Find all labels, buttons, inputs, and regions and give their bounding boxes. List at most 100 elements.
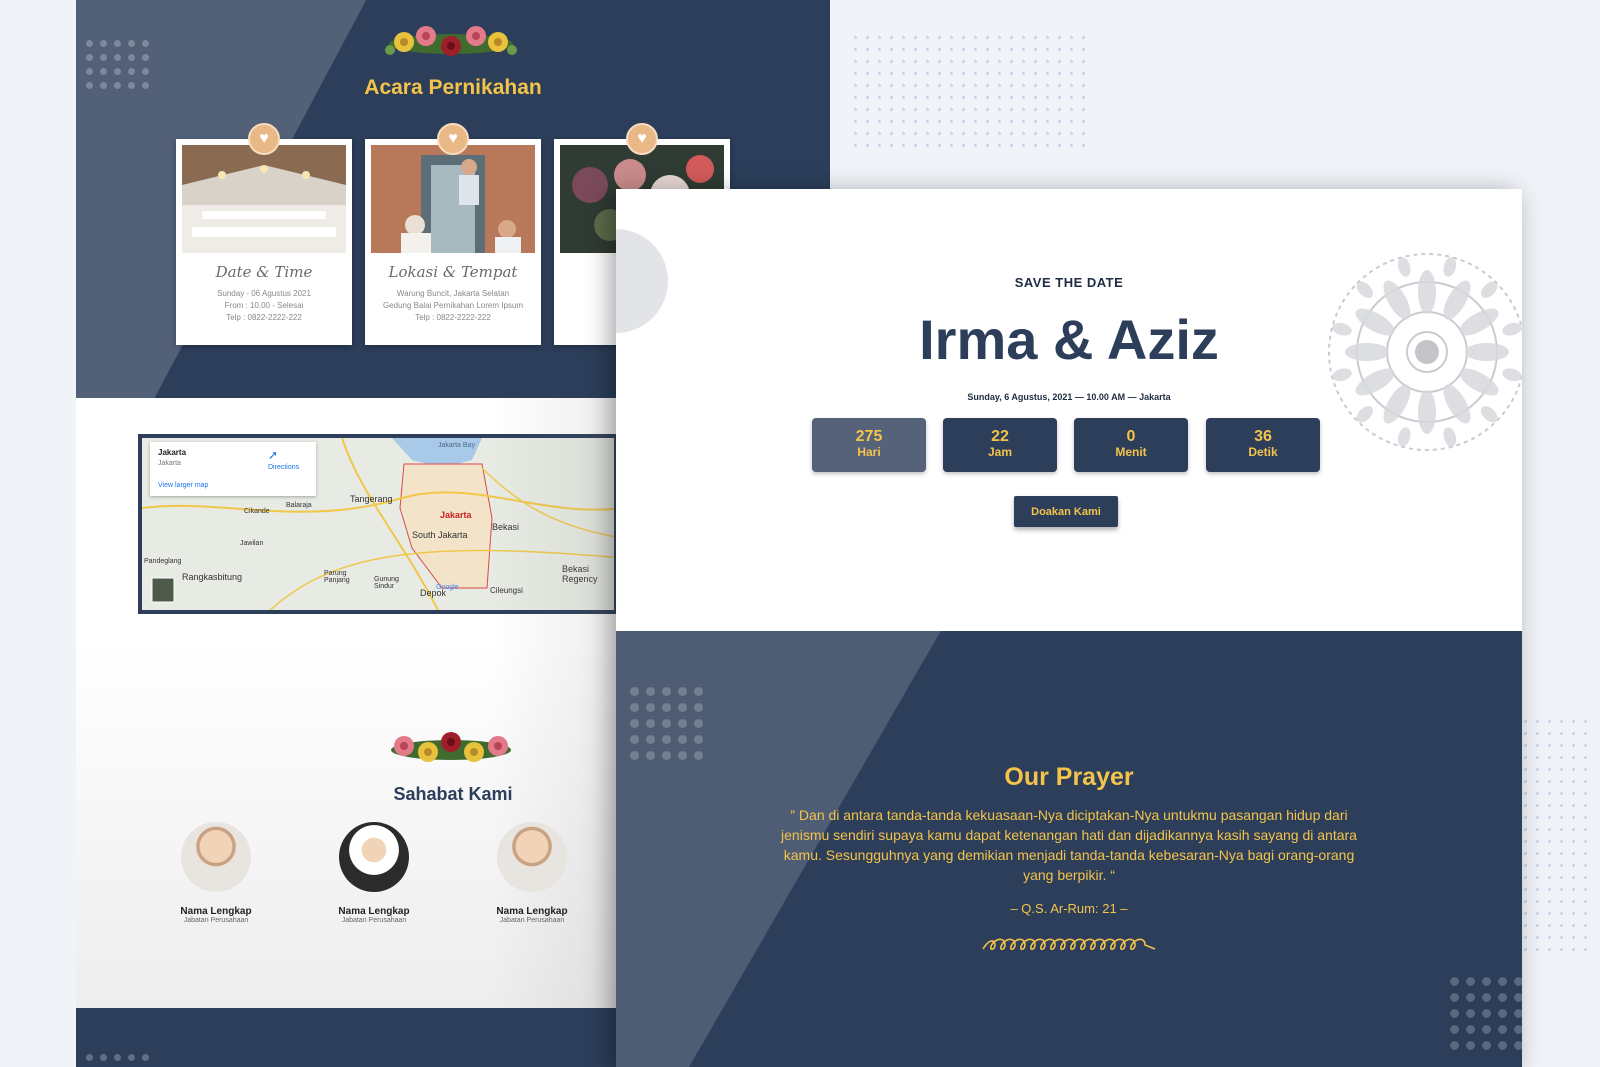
dot xyxy=(974,48,977,51)
dot xyxy=(902,120,905,123)
dot xyxy=(1560,756,1563,759)
dot xyxy=(1498,977,1507,986)
dot xyxy=(950,36,953,39)
dot xyxy=(986,48,989,51)
dot xyxy=(1584,924,1587,927)
dot xyxy=(1548,936,1551,939)
view-larger-map-link[interactable]: View larger map xyxy=(158,482,208,489)
dot xyxy=(1560,792,1563,795)
dot xyxy=(1466,977,1475,986)
dot xyxy=(694,687,703,696)
mandala-petal xyxy=(1397,427,1411,447)
embedded-map[interactable]: Jakarta Jakarta ➚ Directions View larger… xyxy=(138,434,618,614)
mandala-petal xyxy=(1443,427,1457,447)
directions-icon[interactable]: ➚ xyxy=(268,448,278,462)
dot xyxy=(1010,48,1013,51)
dot xyxy=(1010,96,1013,99)
map-info-popup: Jakarta Jakarta ➚ Directions View larger… xyxy=(150,442,316,496)
card-line: Telp : 0822-2222-222 xyxy=(226,313,302,322)
dot xyxy=(1524,804,1527,807)
dot xyxy=(902,84,905,87)
dot xyxy=(938,108,941,111)
dot xyxy=(1560,732,1563,735)
map-label: Pandeglang xyxy=(144,558,182,565)
card-line: Telp : 0822-2222-222 xyxy=(415,313,491,322)
dot xyxy=(950,72,953,75)
dot xyxy=(998,96,1001,99)
dot xyxy=(630,687,639,696)
map-label: Gunung Sindur xyxy=(374,576,399,590)
dot xyxy=(630,719,639,728)
dot xyxy=(962,96,965,99)
dot xyxy=(866,108,869,111)
dot xyxy=(1584,852,1587,855)
dot xyxy=(1022,108,1025,111)
dot xyxy=(1022,84,1025,87)
dot xyxy=(1022,96,1025,99)
dot xyxy=(926,108,929,111)
dot xyxy=(1482,977,1491,986)
doakan-kami-button[interactable]: Doakan Kami xyxy=(1014,496,1118,527)
dot xyxy=(1560,744,1563,747)
venue-hall-photo xyxy=(182,145,346,253)
dot xyxy=(142,40,149,47)
dot xyxy=(1046,48,1049,51)
dot xyxy=(678,735,687,744)
dot xyxy=(1524,840,1527,843)
dot xyxy=(962,72,965,75)
dot xyxy=(1548,816,1551,819)
dot xyxy=(926,120,929,123)
dot xyxy=(866,96,869,99)
couple-at-door-photo xyxy=(371,145,535,253)
dot xyxy=(678,751,687,760)
event-card-date-time: ♥ Date & Time Sunday - 06 Agustus 2021 F… xyxy=(176,123,352,345)
dot xyxy=(974,132,977,135)
dot xyxy=(1536,828,1539,831)
dot xyxy=(1548,912,1551,915)
dot xyxy=(878,36,881,39)
dot xyxy=(1022,132,1025,135)
dot xyxy=(1572,756,1575,759)
dot xyxy=(878,132,881,135)
dot xyxy=(854,48,857,51)
google-logo: Google xyxy=(436,584,459,591)
dot xyxy=(1010,132,1013,135)
countdown-hours: 22 Jam xyxy=(943,418,1057,472)
events-title: Acara Pernikahan xyxy=(364,76,542,99)
friend-role: Jabatan Perusahaan xyxy=(499,917,565,924)
dot xyxy=(986,36,989,39)
dot xyxy=(1514,977,1522,986)
map-label: Cileungsi xyxy=(490,586,523,595)
dot xyxy=(1560,840,1563,843)
dot xyxy=(926,48,929,51)
dot xyxy=(1524,744,1527,747)
dot xyxy=(902,36,905,39)
directions-link[interactable]: Directions xyxy=(268,464,299,471)
dot xyxy=(1584,840,1587,843)
dot xyxy=(890,132,893,135)
dot xyxy=(1536,936,1539,939)
friend-role: Jabatan Perusahaan xyxy=(183,917,249,924)
dot xyxy=(1560,852,1563,855)
dot xyxy=(890,120,893,123)
dot xyxy=(1584,780,1587,783)
dot xyxy=(998,144,1001,147)
map-place-name: Jakarta xyxy=(158,448,187,457)
dot xyxy=(986,120,989,123)
dot xyxy=(1572,912,1575,915)
dot xyxy=(1572,720,1575,723)
dot xyxy=(950,132,953,135)
prayer-source: – Q.S. Ar-Rum: 21 – xyxy=(1010,901,1128,916)
dot xyxy=(998,84,1001,87)
countdown-seconds: 36 Detik xyxy=(1206,418,1320,472)
dot-pattern-decoration xyxy=(86,1054,156,1067)
dot xyxy=(1560,768,1563,771)
dot xyxy=(1572,948,1575,951)
dot xyxy=(1584,804,1587,807)
dot xyxy=(1010,84,1013,87)
dot xyxy=(1560,876,1563,879)
dot xyxy=(1070,60,1073,63)
dot xyxy=(1584,744,1587,747)
dot xyxy=(1070,72,1073,75)
prayer-section: Our Prayer ” Dan di antara tanda-tanda k… xyxy=(616,631,1522,1067)
